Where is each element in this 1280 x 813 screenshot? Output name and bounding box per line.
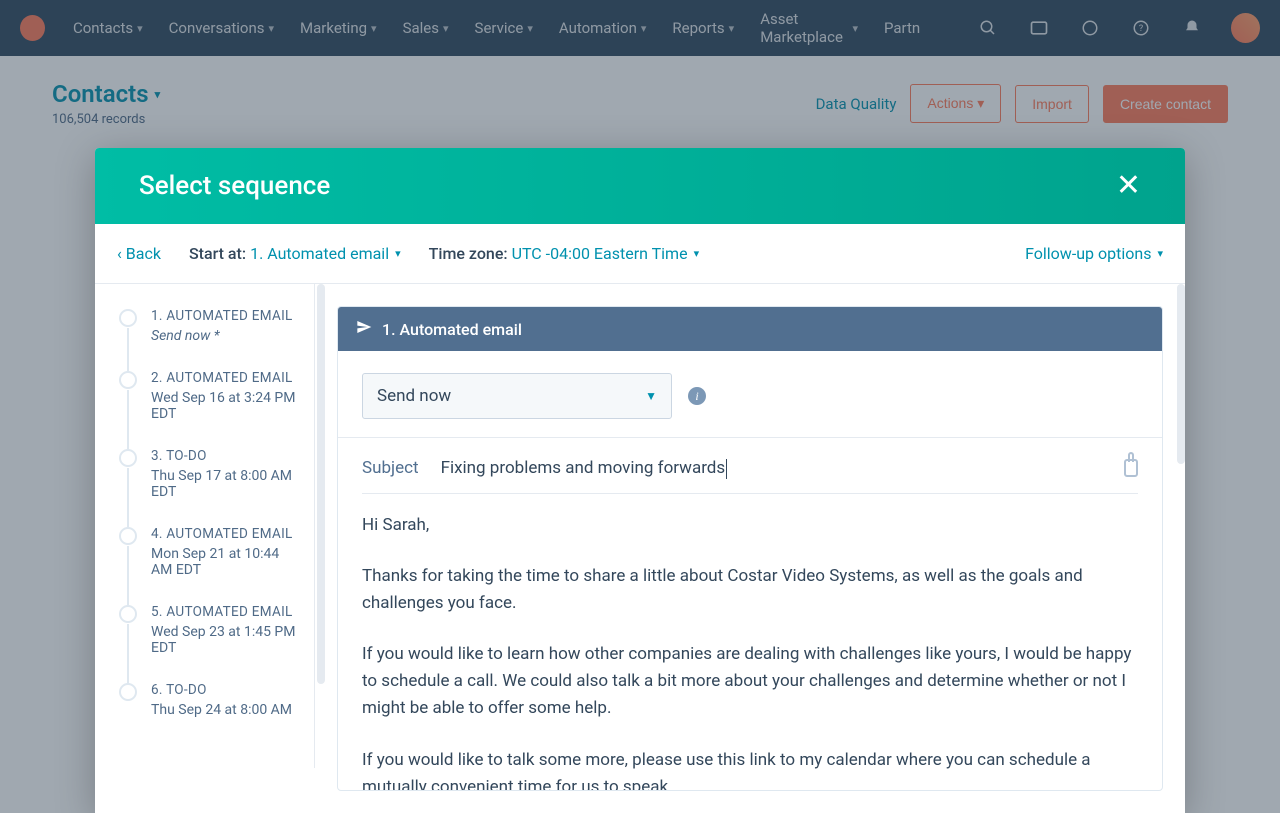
modal-toolbar: ‹ Back Start at: 1. Automated email▾ Tim… [95, 224, 1185, 284]
select-sequence-modal: Select sequence ✕ ‹ Back Start at: 1. Au… [95, 148, 1185, 813]
step-item[interactable]: 1. AUTOMATED EMAIL Send now * [119, 308, 298, 344]
start-at-select[interactable]: 1. Automated email▾ [250, 244, 401, 263]
modal-title: Select sequence [139, 171, 330, 201]
subject-value[interactable]: Fixing problems and moving forwards [441, 458, 728, 479]
email-body-p3: If you would like to learn how other com… [362, 641, 1138, 723]
chevron-down-icon: ▼ [645, 389, 657, 403]
close-icon[interactable]: ✕ [1116, 171, 1141, 201]
email-body-p2: Thanks for taking the time to share a li… [362, 563, 1138, 617]
start-at-label: Start at: [189, 244, 246, 263]
step-when: Thu Sep 17 at 8:00 AM EDT [151, 468, 298, 500]
step-item[interactable]: 2. AUTOMATED EMAIL Wed Sep 16 at 3:24 PM … [119, 370, 298, 422]
step-dot-icon [119, 309, 137, 327]
step-name: 3. TO-DO [151, 448, 298, 464]
info-icon[interactable]: i [688, 387, 706, 405]
step-name: 5. AUTOMATED EMAIL [151, 604, 298, 620]
followup-options[interactable]: Follow-up options▾ [1025, 244, 1163, 263]
step-when: Wed Sep 23 at 1:45 PM EDT [151, 624, 298, 656]
detail-scrollbar[interactable] [1177, 284, 1185, 464]
timezone-label: Time zone: [429, 244, 508, 263]
modal-header: Select sequence ✕ [95, 148, 1185, 224]
email-panel: 1. Automated email Send now ▼ i Subject … [337, 306, 1163, 791]
email-body-p1: Hi Sarah, [362, 512, 1138, 539]
lock-icon [1124, 459, 1138, 477]
panel-header: 1. Automated email [338, 307, 1162, 351]
step-list: 1. AUTOMATED EMAIL Send now * 2. AUTOMATED… [95, 284, 315, 768]
step-name: 4. AUTOMATED EMAIL [151, 526, 298, 542]
step-when: Thu Sep 24 at 8:00 AM [151, 702, 298, 718]
email-body[interactable]: Hi Sarah, Thanks for taking the time to … [362, 512, 1138, 790]
subject-label: Subject [362, 458, 419, 478]
step-when: Mon Sep 21 at 10:44 AM EDT [151, 546, 298, 578]
step-name: 1. AUTOMATED EMAIL [151, 308, 298, 324]
send-icon [356, 319, 372, 339]
step-dot-icon [119, 605, 137, 623]
step-item[interactable]: 4. AUTOMATED EMAIL Mon Sep 21 at 10:44 AM… [119, 526, 298, 578]
back-link[interactable]: ‹ Back [117, 244, 161, 263]
panel-title: 1. Automated email [382, 320, 522, 339]
step-item[interactable]: 6. TO-DO Thu Sep 24 at 8:00 AM [119, 682, 298, 718]
timezone-select[interactable]: UTC -04:00 Eastern Time▾ [512, 244, 700, 263]
step-name: 6. TO-DO [151, 682, 298, 698]
step-item[interactable]: 5. AUTOMATED EMAIL Wed Sep 23 at 1:45 PM … [119, 604, 298, 656]
email-body-p4: If you would like to talk some more, ple… [362, 747, 1138, 790]
step-dot-icon [119, 527, 137, 545]
step-item[interactable]: 3. TO-DO Thu Sep 17 at 8:00 AM EDT [119, 448, 298, 500]
subject-row: Subject Fixing problems and moving forwa… [362, 458, 1138, 479]
step-dot-icon [119, 449, 137, 467]
send-timing-select[interactable]: Send now ▼ [362, 373, 672, 419]
step-detail: 1. Automated email Send now ▼ i Subject … [315, 284, 1185, 813]
step-name: 2. AUTOMATED EMAIL [151, 370, 298, 386]
step-dot-icon [119, 371, 137, 389]
step-when: Wed Sep 16 at 3:24 PM EDT [151, 390, 298, 422]
step-dot-icon [119, 683, 137, 701]
step-when: Send now * [151, 328, 298, 344]
